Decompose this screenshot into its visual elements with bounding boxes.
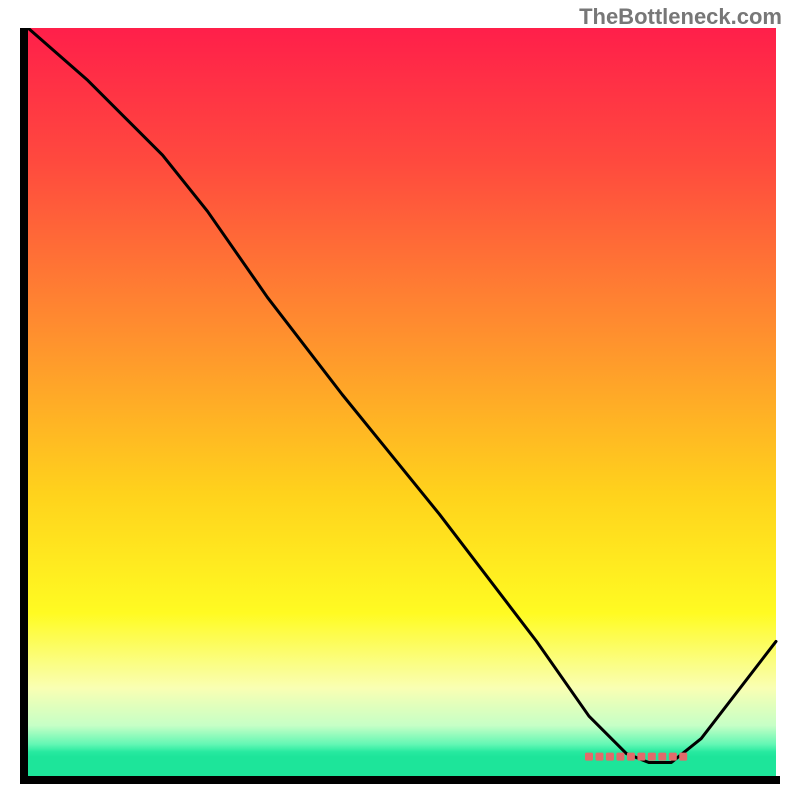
marker-dot (658, 753, 666, 761)
watermark: TheBottleneck.com (579, 4, 782, 30)
marker-dot (585, 753, 593, 761)
marker-dot (679, 753, 687, 761)
marker-dot (627, 753, 635, 761)
plot-background (24, 28, 776, 778)
chart-svg (20, 28, 780, 784)
chart (20, 28, 780, 784)
marker-dot (669, 753, 677, 761)
marker-dot (648, 753, 656, 761)
marker-dot (637, 753, 645, 761)
marker-dot (606, 753, 614, 761)
marker-dot (616, 753, 624, 761)
marker-dot (596, 753, 604, 761)
